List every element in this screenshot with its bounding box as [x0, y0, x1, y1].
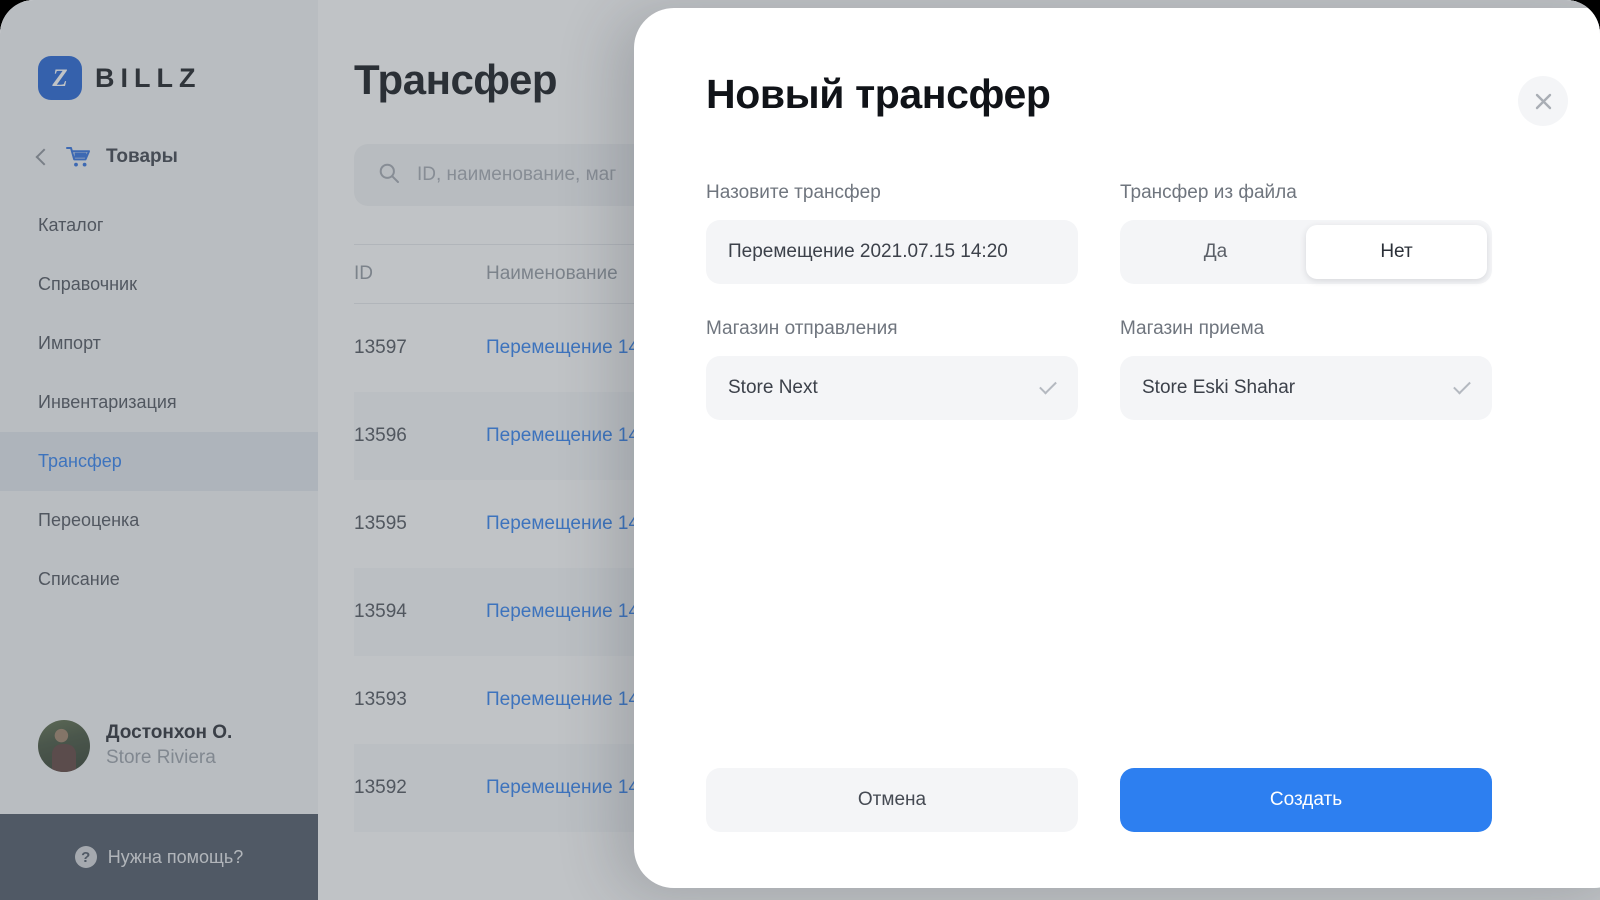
field-label: Трансфер из файла [1120, 182, 1297, 203]
sidebar: Z BILLZ Товары Каталог Справочник Импорт… [0, 0, 318, 900]
help-label: Нужна помощь? [107, 846, 244, 867]
sidebar-item-label: Трансфер [38, 451, 122, 471]
cell-id: 13593 [354, 689, 407, 710]
cell-id: 13597 [354, 337, 407, 358]
toggle-option-yes[interactable]: Да [1125, 225, 1306, 279]
modal-header: Новый трансфер [706, 74, 1568, 126]
cell-id: 13596 [354, 425, 407, 446]
cart-icon [66, 146, 92, 168]
chevron-left-icon[interactable] [35, 148, 53, 166]
sidebar-item-label: Списание [38, 569, 120, 589]
close-icon [1535, 93, 1552, 110]
field-label: Магазин приема [1120, 318, 1265, 339]
field-label: Магазин отправления [706, 318, 898, 339]
new-transfer-modal: Новый трансфер Назовите трансфер Перемещ… [634, 8, 1600, 888]
user-store: Store Riviera [106, 747, 216, 768]
search-icon [378, 162, 400, 189]
cell-id: 13594 [354, 601, 407, 622]
avatar [38, 720, 90, 772]
billz-logo-icon: Z [38, 56, 82, 100]
modal-actions: Отмена Создать [706, 768, 1492, 832]
search-placeholder: ID, наименование, маг [417, 164, 617, 185]
user-profile[interactable]: Достонхон О. Store Riviera [38, 720, 232, 772]
sidebar-section-label: Товары [106, 146, 178, 167]
store-from-select[interactable]: Store Next [706, 356, 1078, 420]
help-bar[interactable]: ? Нужна помощь? [0, 814, 318, 900]
sidebar-item-label: Инвентаризация [38, 392, 177, 412]
sidebar-item-label: Справочник [38, 274, 137, 294]
sidebar-item-reference[interactable]: Справочник [0, 255, 318, 314]
sidebar-item-label: Каталог [38, 215, 104, 235]
store-to-value: Store Eski Shahar [1142, 377, 1296, 398]
brand-logo[interactable]: Z BILLZ [0, 0, 318, 100]
transfer-form: Назовите трансфер Перемещение 2021.07.15… [706, 182, 1568, 454]
field-transfer-name: Назовите трансфер Перемещение 2021.07.15… [706, 182, 1078, 284]
toggle-option-no[interactable]: Нет [1306, 225, 1487, 279]
sidebar-section-products[interactable]: Товары [0, 100, 318, 168]
app-window: Z BILLZ Товары Каталог Справочник Импорт… [0, 0, 1600, 900]
user-info: Достонхон О. Store Riviera [106, 721, 232, 770]
modal-title: Новый трансфер [706, 71, 1051, 117]
question-mark-icon: ? [74, 846, 97, 868]
sidebar-item-inventory[interactable]: Инвентаризация [0, 373, 318, 432]
chevron-down-icon [1453, 376, 1471, 395]
from-file-toggle[interactable]: Да Нет [1120, 220, 1492, 284]
cell-id: 13592 [354, 777, 407, 798]
field-store-from: Магазин отправления Store Next [706, 318, 1078, 420]
sidebar-item-import[interactable]: Импорт [0, 314, 318, 373]
field-transfer-from-file: Трансфер из файла Да Нет [1120, 182, 1492, 284]
field-label: Назовите трансфер [706, 182, 881, 203]
chevron-down-icon [1039, 376, 1057, 395]
sidebar-item-writeoff[interactable]: Списание [0, 550, 318, 609]
create-button[interactable]: Создать [1120, 768, 1492, 832]
brand-name: BILLZ [95, 62, 202, 93]
sidebar-item-catalog[interactable]: Каталог [0, 196, 318, 255]
sidebar-item-revaluation[interactable]: Переоценка [0, 491, 318, 550]
transfer-name-input[interactable]: Перемещение 2021.07.15 14:20 [706, 220, 1078, 284]
user-name: Достонхон О. [106, 722, 233, 744]
close-button[interactable] [1518, 76, 1568, 126]
sidebar-item-transfer[interactable]: Трансфер [0, 432, 318, 491]
cell-id: 13595 [354, 513, 407, 534]
store-to-select[interactable]: Store Eski Shahar [1120, 356, 1492, 420]
field-store-to: Магазин приема Store Eski Shahar [1120, 318, 1492, 420]
cancel-button[interactable]: Отмена [706, 768, 1078, 832]
sidebar-nav: Каталог Справочник Импорт Инвентаризация… [0, 196, 318, 609]
sidebar-item-label: Импорт [38, 333, 101, 353]
column-header-id: ID [354, 263, 373, 284]
sidebar-item-label: Переоценка [38, 510, 140, 530]
store-from-value: Store Next [728, 377, 818, 398]
